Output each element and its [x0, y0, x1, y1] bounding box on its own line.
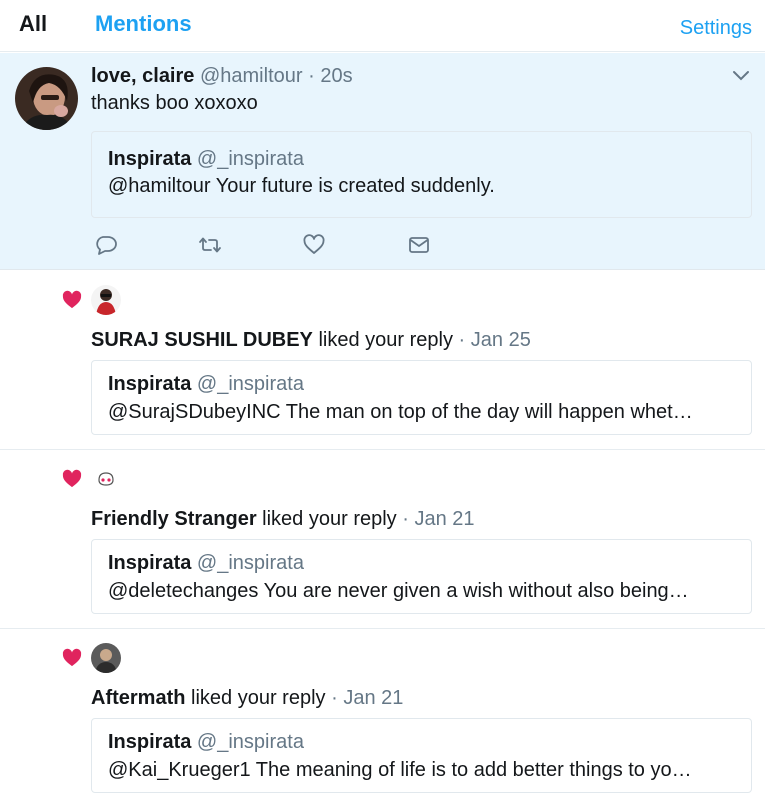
quoted-author-name: Inspirata [108, 373, 192, 395]
liker-name[interactable]: Aftermath [91, 687, 185, 709]
heart-icon [62, 469, 82, 488]
quoted-tweet[interactable]: Inspirata @_inspirata @Kai_Krueger1 The … [91, 718, 752, 793]
tab-mentions[interactable]: Mentions [95, 11, 192, 37]
quoted-tweet-text: @Kai_Krueger1 The meaning of life is to … [108, 759, 692, 781]
quoted-author-name: Inspirata [108, 552, 192, 574]
quoted-tweet[interactable]: Inspirata @_inspirata @SurajSDubeyINC Th… [91, 360, 752, 435]
notification-action: liked your reply [262, 508, 397, 530]
tab-all[interactable]: All [19, 11, 47, 37]
settings-link[interactable]: Settings [680, 17, 752, 40]
heart-icon [62, 290, 82, 309]
quoted-author-handle: @_inspirata [196, 148, 304, 170]
tweet-author-handle[interactable]: @hamiltour [200, 65, 303, 87]
quoted-tweet-text: @hamiltour Your future is created sudden… [108, 175, 495, 197]
quoted-tweet-header: Inspirata @_inspirata [108, 148, 304, 171]
quoted-tweet[interactable]: Inspirata @_inspirata @hamiltour Your fu… [91, 131, 752, 218]
like-notification[interactable]: Friendly Stranger liked your reply · Jan… [0, 450, 765, 629]
liker-name[interactable]: Friendly Stranger [91, 508, 257, 530]
reply-icon[interactable] [94, 234, 118, 256]
separator: · [331, 687, 338, 709]
separator: · [308, 65, 315, 87]
quoted-tweet-text: @deletechanges You are never given a wis… [108, 580, 689, 602]
avatar[interactable] [15, 67, 78, 130]
quoted-tweet-header: Inspirata @_inspirata [108, 373, 304, 396]
avatar[interactable] [91, 285, 121, 315]
tweet-author-name[interactable]: love, claire [91, 65, 194, 87]
notification-date: Jan 21 [343, 687, 404, 709]
tweet-timestamp[interactable]: 20s [320, 65, 352, 87]
notification-action: liked your reply [318, 329, 453, 351]
tweet-text: thanks boo xoxoxo [91, 92, 258, 114]
quoted-author-handle: @_inspirata [196, 552, 304, 574]
retweet-icon[interactable] [198, 234, 222, 256]
separator: · [402, 508, 409, 530]
notification-date: Jan 21 [414, 508, 475, 530]
notification-action: liked your reply [191, 687, 326, 709]
avatar[interactable] [91, 464, 121, 494]
notification-text: Friendly Stranger liked your reply · Jan… [91, 508, 475, 531]
heart-icon [62, 648, 82, 667]
quoted-author-handle: @_inspirata [196, 731, 304, 753]
liker-name[interactable]: SURAJ SUSHIL DUBEY [91, 329, 313, 351]
quoted-tweet-header: Inspirata @_inspirata [108, 552, 304, 575]
quoted-tweet-text: @SurajSDubeyINC The man on top of the da… [108, 401, 693, 423]
quoted-tweet-header: Inspirata @_inspirata [108, 731, 304, 754]
mention-tweet[interactable]: love, claire @hamiltour · 20s thanks boo… [0, 53, 765, 270]
notification-tabs: All Mentions Settings [0, 0, 765, 52]
tweet-header: love, claire @hamiltour · 20s [91, 65, 353, 88]
avatar[interactable] [91, 643, 121, 673]
like-icon[interactable] [302, 234, 326, 256]
notification-date: Jan 25 [470, 329, 531, 351]
direct-message-icon[interactable] [407, 234, 431, 256]
notification-text: SURAJ SUSHIL DUBEY liked your reply · Ja… [91, 329, 531, 352]
quoted-author-handle: @_inspirata [196, 373, 304, 395]
like-notification[interactable]: Aftermath liked your reply · Jan 21 Insp… [0, 629, 765, 804]
quoted-author-name: Inspirata [108, 731, 192, 753]
separator: · [458, 329, 466, 351]
quoted-author-name: Inspirata [108, 148, 192, 170]
chevron-down-icon[interactable] [731, 69, 751, 83]
quoted-tweet[interactable]: Inspirata @_inspirata @deletechanges You… [91, 539, 752, 614]
notification-text: Aftermath liked your reply · Jan 21 [91, 687, 403, 710]
like-notification[interactable]: SURAJ SUSHIL DUBEY liked your reply · Ja… [0, 271, 765, 450]
